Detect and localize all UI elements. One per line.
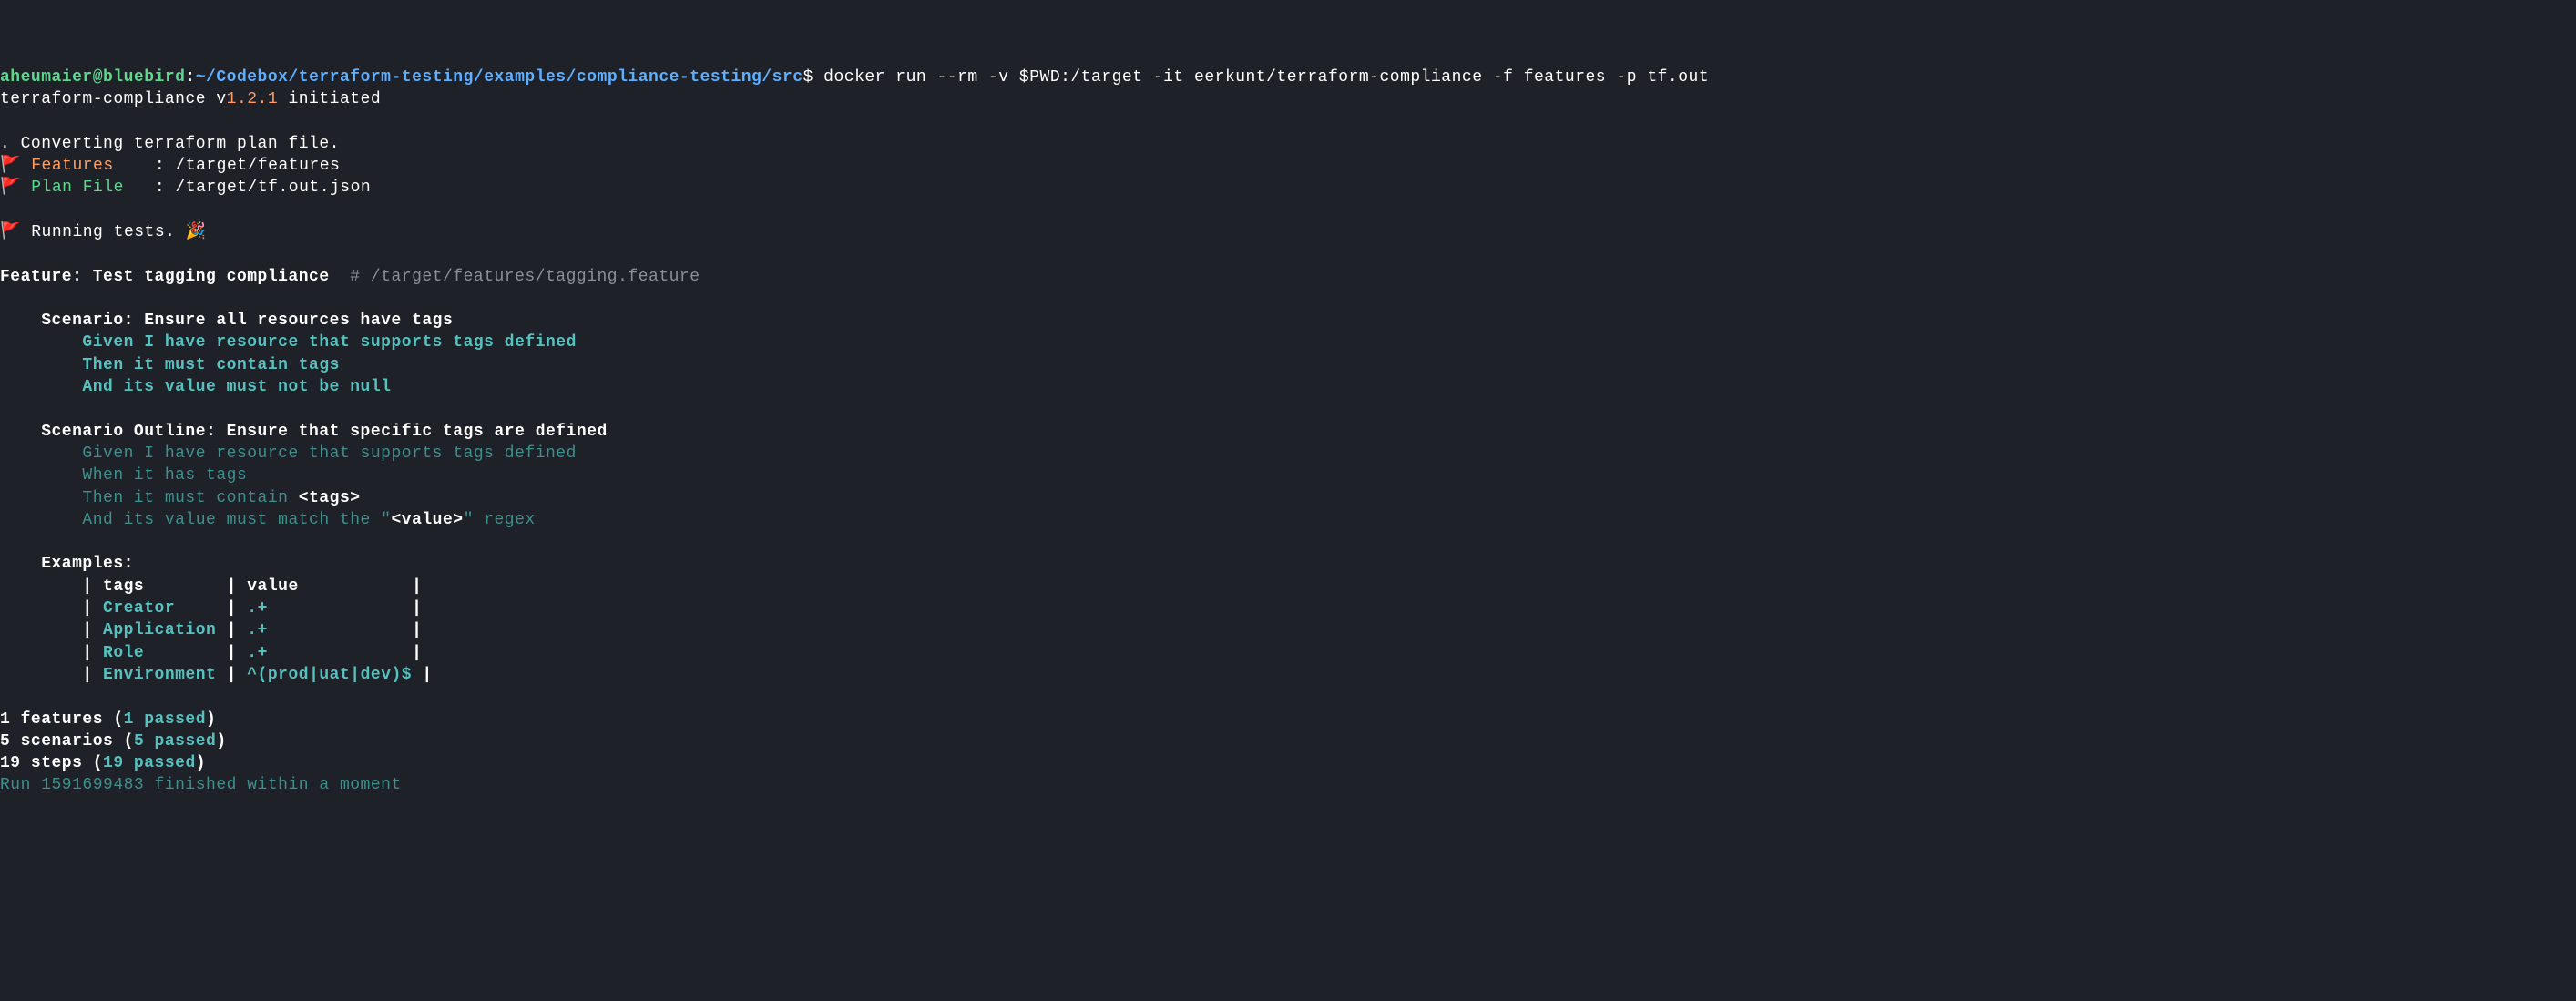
- pipe: |: [216, 666, 247, 684]
- sum-pre: 1 features (: [0, 710, 124, 729]
- scenario-2-and: And its value must match the "<value>" r…: [0, 511, 536, 529]
- sum-post: ): [196, 754, 206, 772]
- init-suffix: initiated: [278, 90, 381, 108]
- converting-line: . Converting terraform plan file.: [0, 135, 340, 153]
- prompt-path: ~/Codebox/terraform-testing/examples/com…: [196, 68, 803, 87]
- table-header: | tags | value |: [0, 577, 422, 596]
- flag-icon: 🚩: [0, 223, 21, 241]
- sum-pre: 5 scenarios (: [0, 732, 134, 751]
- tag-cell: Environment: [103, 666, 216, 684]
- command-text: docker run --rm -v $PWD:/target -it eerk…: [813, 68, 1709, 87]
- examples-label: Examples:: [0, 555, 134, 573]
- terminal-output: aheumaier@bluebird:~/Codebox/terraform-t…: [0, 66, 2576, 797]
- scenario-1-and: And its value must not be null: [0, 378, 391, 396]
- and-post: " regex: [464, 511, 536, 529]
- val-cell: .+: [247, 644, 402, 662]
- val-cell: ^(prod|uat|dev)$: [247, 666, 412, 684]
- sum-passed: 1 passed: [124, 710, 206, 729]
- feature-comment: # /target/features/tagging.feature: [350, 268, 700, 286]
- pipe: |: [402, 644, 423, 662]
- running-label: Running tests.: [31, 223, 175, 241]
- prompt-dollar: $: [803, 68, 813, 87]
- run-finished-line: Run 1591699483 finished within a moment: [0, 776, 402, 794]
- prompt-line[interactable]: aheumaier@bluebird:~/Codebox/terraform-t…: [0, 68, 1709, 87]
- init-prefix: terraform-compliance v: [0, 90, 227, 108]
- plan-line: 🚩 Plan File : /target/tf.out.json: [0, 179, 371, 197]
- summary-scenarios: 5 scenarios (5 passed): [0, 732, 227, 751]
- scenario-2-when: When it has tags: [0, 466, 247, 485]
- prompt-sep: :: [185, 68, 195, 87]
- flag-icon: 🚩: [0, 179, 21, 197]
- val-cell: .+: [247, 621, 402, 639]
- tag-cell: Application: [103, 621, 216, 639]
- features-line: 🚩 Features : /target/features: [0, 157, 340, 175]
- table-row: | Creator | .+ |: [0, 599, 422, 618]
- pipe: |: [0, 621, 103, 639]
- scenario-2-title: Scenario Outline: Ensure that specific t…: [0, 423, 608, 441]
- pipe: |: [216, 621, 247, 639]
- pipe: |: [402, 599, 423, 618]
- table-row: | Application | .+ |: [0, 621, 422, 639]
- then-tag: <tags>: [299, 489, 361, 507]
- sum-passed: 5 passed: [134, 732, 216, 751]
- scenario-2-then: Then it must contain <tags>: [0, 489, 361, 507]
- val-cell: .+: [247, 599, 402, 618]
- table-row: | Environment | ^(prod|uat|dev)$ |: [0, 666, 433, 684]
- init-version: 1.2.1: [227, 90, 279, 108]
- pipe: |: [402, 621, 423, 639]
- pipe: |: [216, 644, 247, 662]
- sum-passed: 19 passed: [103, 754, 196, 772]
- plan-sep: :: [155, 179, 176, 197]
- and-tag: <value>: [391, 511, 463, 529]
- pipe: |: [0, 666, 103, 684]
- sum-pre: 19 steps (: [0, 754, 103, 772]
- scenario-2-given: Given I have resource that supports tags…: [0, 444, 577, 463]
- plan-path: /target/tf.out.json: [175, 179, 371, 197]
- confetti-icon: 🎉: [186, 223, 207, 241]
- tag-cell: Creator: [103, 599, 216, 618]
- table-row: | Role | .+ |: [0, 644, 422, 662]
- pipe: |: [0, 644, 103, 662]
- feature-line: Feature: Test tagging compliance # /targ…: [0, 268, 700, 286]
- features-sep: :: [155, 157, 176, 175]
- plan-label: Plan File: [31, 179, 155, 197]
- scenario-1-then: Then it must contain tags: [0, 356, 340, 374]
- then-pre: Then it must contain: [0, 489, 299, 507]
- sum-post: ): [216, 732, 226, 751]
- pipe: |: [412, 666, 433, 684]
- tag-cell: Role: [103, 644, 216, 662]
- scenario-1-title: Scenario: Ensure all resources have tags: [0, 312, 453, 330]
- prompt-user: aheumaier@bluebird: [0, 68, 185, 87]
- sum-post: ): [206, 710, 216, 729]
- init-line: terraform-compliance v1.2.1 initiated: [0, 90, 381, 108]
- flag-icon: 🚩: [0, 157, 21, 175]
- and-pre: And its value must match the ": [0, 511, 391, 529]
- features-path: /target/features: [175, 157, 340, 175]
- scenario-1-given: Given I have resource that supports tags…: [0, 333, 577, 352]
- running-line: 🚩 Running tests. 🎉: [0, 223, 207, 241]
- summary-features: 1 features (1 passed): [0, 710, 216, 729]
- summary-steps: 19 steps (19 passed): [0, 754, 206, 772]
- pipe: |: [216, 599, 247, 618]
- feature-title: Feature: Test tagging compliance: [0, 268, 350, 286]
- features-label: Features: [31, 157, 155, 175]
- pipe: |: [0, 599, 103, 618]
